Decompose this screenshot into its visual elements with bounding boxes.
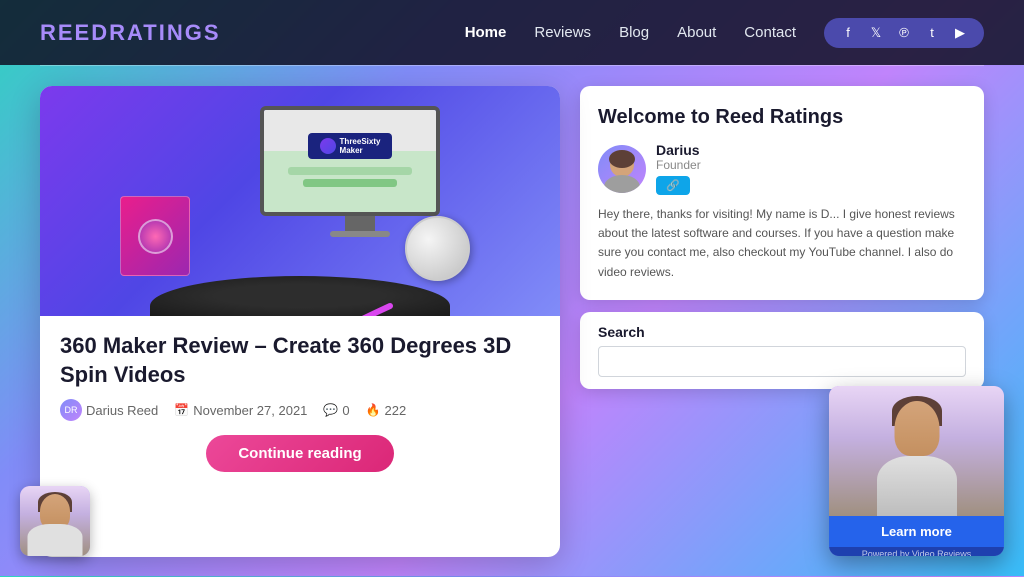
date-meta: 📅 November 27, 2021 [174, 403, 307, 418]
screen-bar-1 [288, 167, 413, 175]
screen-bar-2 [303, 179, 397, 187]
threesixty-logo: ThreeSixtyMaker [308, 133, 393, 159]
person-head [894, 401, 939, 456]
link-icon: 🔗 [666, 179, 680, 192]
article-body: 360 Maker Review – Create 360 Degrees 3D… [40, 316, 560, 484]
facebook-icon[interactable]: f [838, 25, 858, 41]
learn-more-button[interactable]: Learn more [829, 516, 1004, 547]
author-name-sidebar: Darius [656, 142, 966, 158]
welcome-description: Hey there, thanks for visiting! My name … [598, 205, 966, 282]
welcome-card: Welcome to Reed Ratings Darius Founder 🔗 [580, 86, 984, 300]
monitor-screen: ThreeSixtyMaker [260, 106, 440, 216]
logo-circle [320, 138, 336, 154]
author-row: Darius Founder 🔗 [598, 142, 966, 195]
powered-by-label: Powered by Video Reviews [829, 547, 1004, 556]
video-popup[interactable]: Learn more Powered by Video Reviews [829, 386, 1004, 556]
logo-suffix: Ratings [109, 20, 220, 45]
nav-home[interactable]: Home [465, 24, 507, 41]
views-count: 222 [385, 403, 407, 418]
box-circle [138, 219, 173, 254]
article-image: ThreeSixtyMaker [40, 86, 560, 316]
article-meta: DR Darius Reed 📅 November 27, 2021 💬 0 🔥… [60, 399, 540, 421]
pinterest-icon[interactable]: ℗ [894, 25, 914, 41]
article-title: 360 Maker Review – Create 360 Degrees 3D… [60, 332, 540, 389]
nav-reviews[interactable]: Reviews [534, 24, 591, 41]
box-face [120, 196, 190, 276]
avatar-body [28, 524, 83, 556]
bottom-left-avatar [20, 486, 90, 556]
video-person [829, 386, 1004, 516]
social-icons-group: f 𝕏 ℗ t ▶ [824, 18, 984, 48]
author-meta: DR Darius Reed [60, 399, 158, 421]
header: ReedRatings Home Reviews Blog About Cont… [0, 0, 1024, 65]
comments-meta: 💬 0 [323, 403, 349, 418]
monitor-stand [345, 216, 375, 231]
author-link-button[interactable]: 🔗 [656, 176, 690, 195]
fire-icon: 🔥 [366, 403, 381, 417]
search-input[interactable] [598, 346, 966, 377]
continue-reading-button[interactable]: Continue reading [206, 435, 393, 472]
author-avatar-large [598, 145, 646, 193]
views-meta: 🔥 222 [366, 403, 407, 418]
main-article-card: ThreeSixtyMaker [40, 86, 560, 557]
logo[interactable]: ReedRatings [40, 20, 221, 46]
product-box [120, 196, 200, 286]
welcome-title: Welcome to Reed Ratings [598, 104, 966, 130]
calendar-icon: 📅 [174, 403, 189, 417]
nav-about[interactable]: About [677, 24, 716, 41]
nav-blog[interactable]: Blog [619, 24, 649, 41]
product-name-screen: ThreeSixtyMaker [340, 137, 381, 155]
tumblr-icon[interactable]: t [922, 25, 942, 41]
article-date: November 27, 2021 [193, 403, 307, 418]
nav-contact[interactable]: Contact [744, 24, 796, 41]
comment-icon: 💬 [323, 403, 338, 417]
search-card: Search [580, 312, 984, 389]
youtube-icon[interactable]: ▶ [950, 25, 970, 41]
camera-ball [405, 216, 470, 281]
twitter-icon[interactable]: 𝕏 [866, 25, 886, 41]
comments-count: 0 [342, 403, 349, 418]
author-avatar-small: DR [60, 399, 82, 421]
monitor-base [330, 231, 390, 237]
avatar-inner [20, 486, 90, 556]
video-popup-content [829, 386, 1004, 516]
search-label: Search [598, 324, 966, 340]
main-nav: Home Reviews Blog About Contact f 𝕏 ℗ t … [465, 18, 984, 48]
author-role: Founder [656, 158, 966, 172]
person-body [877, 456, 957, 516]
screen-content: ThreeSixtyMaker [264, 110, 436, 212]
author-info: Darius Founder 🔗 [656, 142, 966, 195]
product-scene: ThreeSixtyMaker [40, 86, 560, 316]
logo-prefix: Reed [40, 20, 109, 45]
author-name: Darius Reed [86, 403, 158, 418]
avatar-svg [598, 145, 646, 193]
